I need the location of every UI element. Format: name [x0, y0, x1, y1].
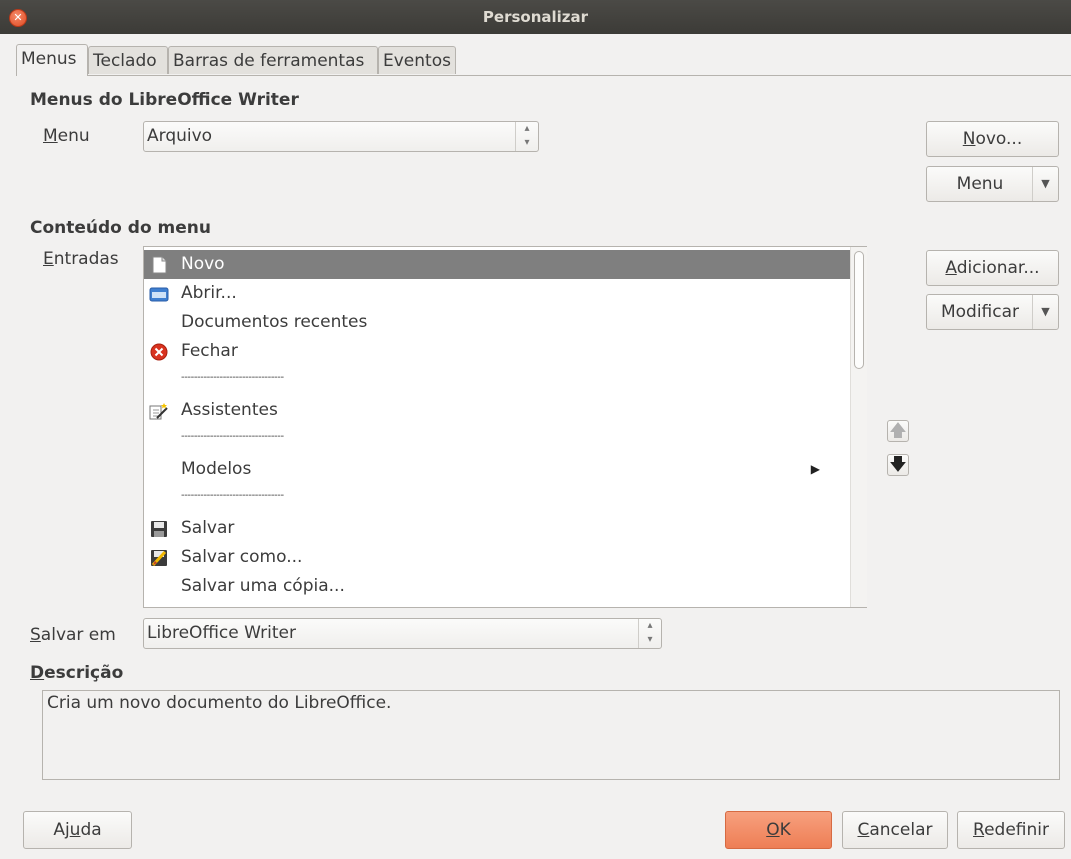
list-item[interactable]: Salvar — [144, 514, 850, 543]
title-bar: ✕ Personalizar — [0, 0, 1071, 34]
submenu-arrow-icon: ▶ — [810, 462, 820, 476]
tab-barras-de-ferramentas[interactable]: Barras de ferramentas — [168, 46, 378, 74]
spin-arrows-icon: ▴ ▾ — [515, 122, 538, 151]
save-in-select[interactable]: LibreOffice Writer ▴ ▾ — [143, 618, 662, 649]
spin-arrows-icon: ▴ ▾ — [638, 619, 661, 648]
content-section-title: Conteúdo do menu — [30, 218, 211, 238]
modify-button[interactable]: Modificar ▼ — [926, 294, 1059, 330]
help-button[interactable]: Ajuda — [23, 811, 132, 849]
wizard-icon — [149, 403, 168, 420]
cancel-button[interactable]: Cancelar — [842, 811, 948, 849]
scrollbar-thumb[interactable] — [854, 251, 864, 369]
save-in-value: LibreOffice Writer — [147, 623, 296, 643]
arrow-up-icon: 🡅 — [889, 421, 907, 441]
new-document-icon — [152, 256, 167, 274]
list-separator[interactable]: -------------------------------- — [144, 481, 850, 510]
list-item[interactable]: Assistentes — [144, 396, 850, 425]
reset-button[interactable]: Redefinir — [957, 811, 1065, 849]
list-item[interactable]: Salvar como... — [144, 543, 850, 572]
tab-divider — [16, 75, 1071, 76]
description-title: Descrição — [30, 663, 124, 683]
list-separator[interactable]: -------------------------------- — [144, 422, 850, 451]
entries-list[interactable]: Novo Abrir... Documentos recentes Fechar… — [143, 246, 867, 608]
save-as-icon — [151, 550, 167, 567]
tab-eventos[interactable]: Eventos — [378, 46, 456, 74]
menu-button[interactable]: Menu ▼ — [926, 166, 1059, 202]
menu-label: Menu — [43, 126, 90, 146]
dropdown-arrow-icon[interactable]: ▼ — [1032, 295, 1058, 329]
entries-label: Entradas — [43, 249, 119, 269]
arrow-down-icon: 🡇 — [889, 455, 907, 475]
move-down-button[interactable]: 🡇 — [887, 454, 909, 476]
tab-teclado[interactable]: Teclado — [88, 46, 168, 74]
save-in-label: Salvar em — [30, 625, 116, 645]
new-menu-button[interactable]: Novo... — [926, 121, 1059, 157]
list-item[interactable]: Abrir... — [144, 279, 850, 308]
list-separator[interactable]: -------------------------------- — [144, 363, 850, 392]
entries-scrollbar[interactable] — [850, 247, 867, 607]
list-item[interactable]: Documentos recentes — [144, 308, 850, 337]
list-item[interactable]: Fechar — [144, 337, 850, 366]
menu-select[interactable]: Arquivo ▴ ▾ — [143, 121, 539, 152]
add-button[interactable]: Adicionar... — [926, 250, 1059, 286]
menus-section-title: Menus do LibreOffice Writer — [30, 90, 299, 110]
tab-menus[interactable]: Menus — [16, 44, 88, 76]
move-up-button[interactable]: 🡅 — [887, 420, 909, 442]
list-item[interactable]: Salvar uma cópia... — [144, 572, 850, 601]
list-item[interactable]: Novo — [144, 250, 850, 279]
ok-button[interactable]: OK — [725, 811, 832, 849]
menu-select-value: Arquivo — [147, 126, 213, 146]
dropdown-arrow-icon[interactable]: ▼ — [1032, 167, 1058, 201]
save-icon — [151, 521, 167, 537]
window-title: Personalizar — [482, 8, 589, 26]
description-box: Cria um novo documento do LibreOffice. — [42, 690, 1060, 780]
open-folder-icon — [149, 287, 169, 302]
list-item[interactable]: Modelos ▶ — [144, 455, 850, 484]
close-red-icon — [150, 343, 168, 361]
